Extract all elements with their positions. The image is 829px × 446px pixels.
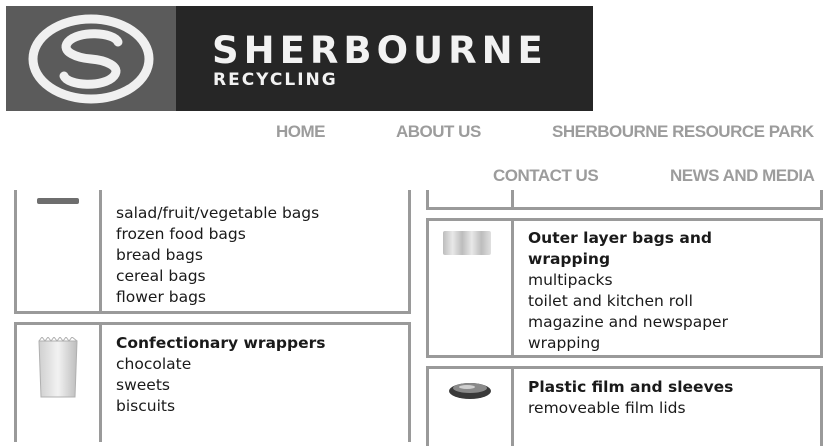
confectionary-panel: Confectionary wrappers chocolate sweets … <box>14 322 411 442</box>
list-item: magazine and newspaper <box>528 313 728 331</box>
list-item: bread bags <box>116 246 203 264</box>
panel-heading: Plastic film and sleeves <box>528 378 734 396</box>
plastic-film-panel: Plastic film and sleeves removeable film… <box>426 366 823 446</box>
nav-sherbourne-resource-park[interactable]: SHERBOURNE RESOURCE PARK <box>552 123 814 140</box>
nav-contact-us[interactable]: CONTACT US <box>493 167 599 184</box>
product-thumbnail <box>17 190 102 311</box>
product-thumbnail <box>429 190 514 207</box>
panel-heading: Outer layer bags and <box>528 229 712 247</box>
list-item: chocolate <box>116 355 192 373</box>
product-thumbnail <box>429 221 514 355</box>
outer-layer-panel: Outer layer bags and wrapping multipacks… <box>426 218 823 358</box>
wrapper-image-icon <box>38 337 78 398</box>
site-logo[interactable]: SHERBOURNE RECYCLING <box>6 6 593 111</box>
nav-news-and-media[interactable]: NEWS AND MEDIA <box>670 167 815 184</box>
panel-heading-continued: wrapping <box>528 250 611 268</box>
list-item: sweets <box>116 376 170 394</box>
list-item: wrapping <box>528 334 601 352</box>
list-item: salad/fruit/vegetable bags <box>116 204 320 222</box>
film-lid-image-icon <box>449 383 491 399</box>
brand-title: SHERBOURNE <box>212 29 548 72</box>
wrapping-image-icon <box>443 231 491 255</box>
panel-heading: Confectionary wrappers <box>116 334 326 352</box>
brand-subtitle: RECYCLING <box>213 70 338 90</box>
logo-wordmark: SHERBOURNE RECYCLING <box>176 6 593 111</box>
cut-off-panel <box>426 190 823 210</box>
list-item: frozen food bags <box>116 225 246 243</box>
list-item: biscuits <box>116 397 176 415</box>
list-item: multipacks <box>528 271 613 289</box>
list-item: toilet and kitchen roll <box>528 292 693 310</box>
nav-home[interactable]: HOME <box>276 123 326 140</box>
nav-about-us[interactable]: ABOUT US <box>396 123 481 140</box>
bags-panel: salad/fruit/vegetable bags frozen food b… <box>14 190 411 314</box>
list-item: flower bags <box>116 288 207 306</box>
list-item: removeable film lids <box>528 399 686 417</box>
bag-image-icon <box>37 198 79 204</box>
list-item: cereal bags <box>116 267 206 285</box>
product-thumbnail <box>17 325 102 442</box>
recycling-logo-icon <box>6 6 176 111</box>
product-thumbnail <box>429 369 514 446</box>
